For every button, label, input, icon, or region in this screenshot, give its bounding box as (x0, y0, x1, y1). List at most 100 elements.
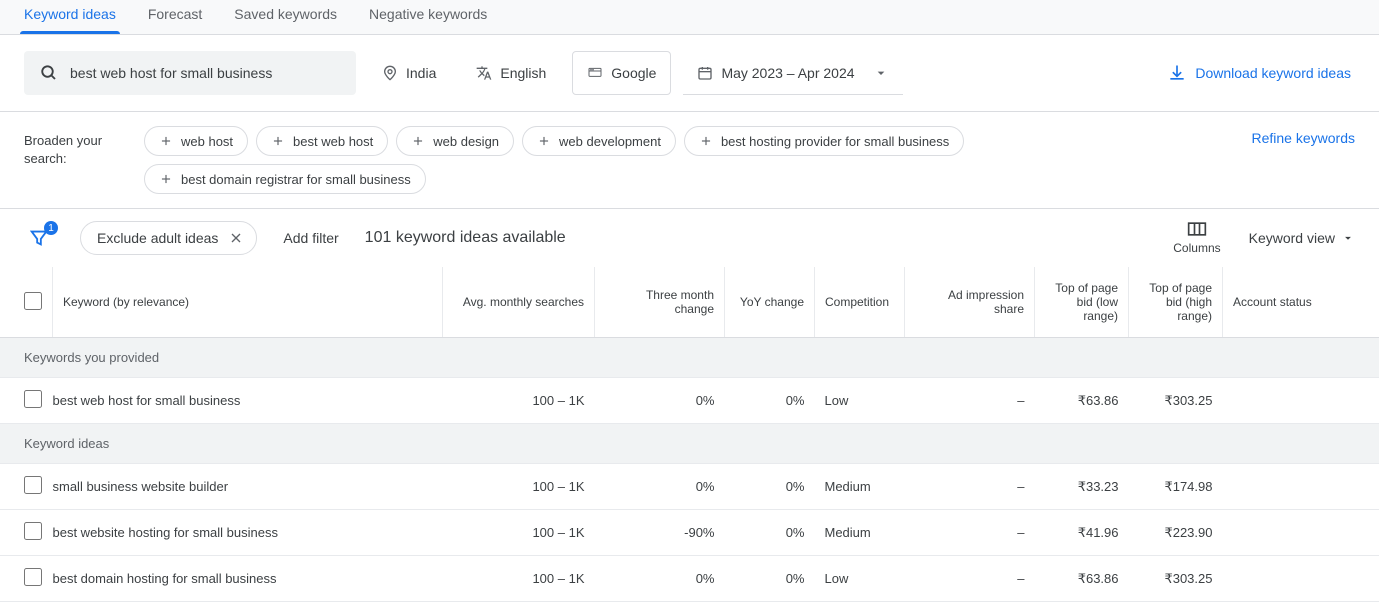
broaden-chip[interactable]: web development (522, 126, 676, 156)
broaden-chip[interactable]: best domain registrar for small business (144, 164, 426, 194)
header-bid-low[interactable]: Top of page bid (low range) (1035, 267, 1129, 338)
header-searches[interactable]: Avg. monthly searches (443, 267, 595, 338)
search-icon (40, 63, 58, 83)
header-ad-share[interactable]: Ad impression share (905, 267, 1035, 338)
broaden-label: Broaden your search: (24, 126, 116, 168)
cell-bid-high: ₹223.90 (1129, 510, 1223, 556)
filter-bar: 1 Exclude adult ideas Add filter 101 key… (0, 209, 1379, 267)
keyword-view-dropdown[interactable]: Keyword view (1249, 230, 1355, 246)
language-selector[interactable]: English (462, 51, 560, 95)
cell-competition: Low (815, 556, 905, 602)
cell-yoy: 0% (725, 464, 815, 510)
close-icon[interactable] (228, 230, 244, 246)
toolbar: India English Google May 2023 – Apr 2024… (0, 35, 1379, 111)
cell-searches: 100 – 1K (443, 510, 595, 556)
cell-competition: Low (815, 378, 905, 424)
download-icon (1167, 63, 1187, 83)
plus-icon (271, 134, 285, 148)
cell-searches: 100 – 1K (443, 556, 595, 602)
row-checkbox[interactable] (24, 390, 42, 408)
tab-keyword-ideas[interactable]: Keyword ideas (24, 0, 116, 34)
keyword-view-label: Keyword view (1249, 230, 1335, 246)
plus-icon (411, 134, 425, 148)
translate-icon (476, 65, 492, 81)
cell-ad-share: – (905, 464, 1035, 510)
network-icon (587, 65, 603, 81)
cell-three-month: 0% (595, 378, 725, 424)
broaden-chip[interactable]: web host (144, 126, 248, 156)
cell-competition: Medium (815, 464, 905, 510)
chip-label: web development (559, 134, 661, 149)
table-row[interactable]: best domain hosting for small business 1… (0, 556, 1379, 602)
exclude-adult-chip[interactable]: Exclude adult ideas (80, 221, 257, 255)
chip-label: best domain registrar for small business (181, 172, 411, 187)
filter-chip-label: Exclude adult ideas (97, 230, 218, 246)
location-selector[interactable]: India (368, 51, 450, 95)
table-row[interactable]: best web host for small business 100 – 1… (0, 378, 1379, 424)
download-keyword-ideas-button[interactable]: Download keyword ideas (1167, 63, 1355, 83)
cell-searches: 100 – 1K (443, 464, 595, 510)
cell-bid-high: ₹303.25 (1129, 556, 1223, 602)
header-yoy[interactable]: YoY change (725, 267, 815, 338)
table-row[interactable]: small business website builder 100 – 1K … (0, 464, 1379, 510)
cell-account-status (1223, 378, 1379, 424)
cell-keyword: best website hosting for small business (53, 510, 443, 556)
header-account-status[interactable]: Account status (1223, 267, 1379, 338)
plus-icon (699, 134, 713, 148)
cell-ad-share: – (905, 378, 1035, 424)
chevron-down-icon (873, 65, 889, 81)
columns-icon (1187, 221, 1207, 237)
daterange-label: May 2023 – Apr 2024 (721, 65, 854, 81)
section-provided: Keywords you provided (0, 338, 1379, 378)
plus-icon (537, 134, 551, 148)
row-checkbox[interactable] (24, 568, 42, 586)
search-input[interactable] (70, 65, 340, 81)
chevron-down-icon (1341, 231, 1355, 245)
search-box[interactable] (24, 51, 356, 95)
cell-account-status (1223, 556, 1379, 602)
location-label: India (406, 65, 436, 81)
header-three-month[interactable]: Three month change (595, 267, 725, 338)
cell-three-month: 0% (595, 556, 725, 602)
cell-bid-high: ₹174.98 (1129, 464, 1223, 510)
network-selector[interactable]: Google (572, 51, 671, 95)
network-label: Google (611, 65, 656, 81)
cell-bid-low: ₹41.96 (1035, 510, 1129, 556)
ideas-count-label: 101 keyword ideas available (365, 229, 566, 247)
chip-label: best web host (293, 134, 373, 149)
plus-icon (159, 172, 173, 186)
header-bid-high[interactable]: Top of page bid (high range) (1129, 267, 1223, 338)
broaden-chip[interactable]: web design (396, 126, 514, 156)
plus-icon (159, 134, 173, 148)
chip-label: best hosting provider for small business (721, 134, 949, 149)
select-all-checkbox[interactable] (24, 292, 42, 310)
add-filter-button[interactable]: Add filter (283, 230, 338, 246)
header-keyword[interactable]: Keyword (by relevance) (53, 267, 443, 338)
cell-account-status (1223, 510, 1379, 556)
cell-keyword: small business website builder (53, 464, 443, 510)
columns-button[interactable]: Columns (1173, 221, 1220, 255)
cell-yoy: 0% (725, 556, 815, 602)
broaden-chip[interactable]: best web host (256, 126, 388, 156)
tab-negative-keywords[interactable]: Negative keywords (369, 0, 487, 34)
download-label: Download keyword ideas (1195, 65, 1351, 81)
table-row[interactable]: best website hosting for small business … (0, 510, 1379, 556)
cell-searches: 100 – 1K (443, 378, 595, 424)
row-checkbox[interactable] (24, 522, 42, 540)
filter-funnel-button[interactable]: 1 (24, 223, 54, 253)
calendar-icon (697, 65, 713, 81)
broaden-chip[interactable]: best hosting provider for small business (684, 126, 964, 156)
row-checkbox[interactable] (24, 476, 42, 494)
daterange-selector[interactable]: May 2023 – Apr 2024 (683, 51, 902, 95)
tab-forecast[interactable]: Forecast (148, 0, 202, 34)
cell-bid-low: ₹33.23 (1035, 464, 1129, 510)
keyword-table: Keyword (by relevance) Avg. monthly sear… (0, 267, 1379, 602)
refine-keywords-link[interactable]: Refine keywords (1252, 126, 1356, 146)
main-tabs: Keyword ideas Forecast Saved keywords Ne… (0, 0, 1379, 35)
cell-three-month: 0% (595, 464, 725, 510)
tab-saved-keywords[interactable]: Saved keywords (234, 0, 337, 34)
broaden-search-bar: Broaden your search: web host best web h… (0, 111, 1379, 209)
chip-label: web design (433, 134, 499, 149)
cell-account-status (1223, 464, 1379, 510)
header-competition[interactable]: Competition (815, 267, 905, 338)
